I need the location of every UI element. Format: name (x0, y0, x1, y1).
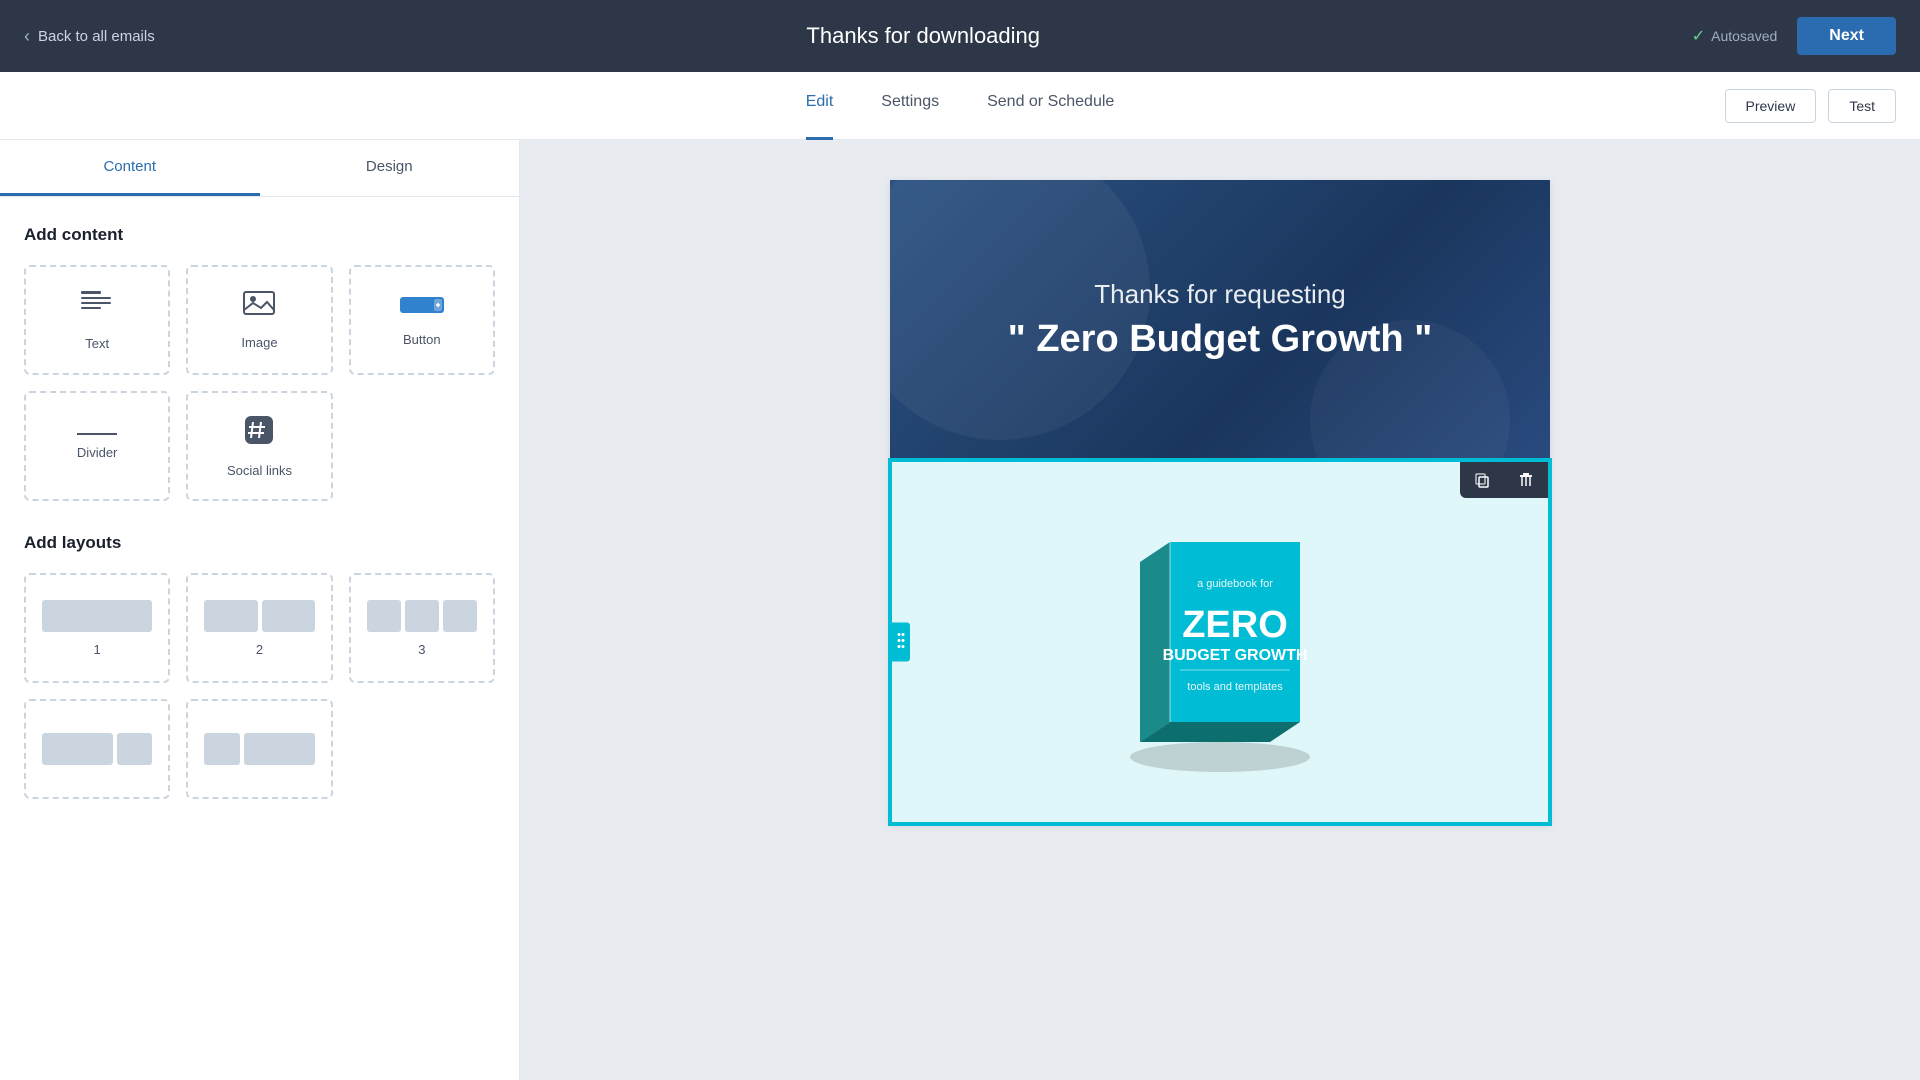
layout-3-preview (367, 600, 477, 632)
layout-2-preview (204, 600, 314, 632)
book-svg: a guidebook for ZERO BUDGET GROWTH tools… (1080, 502, 1360, 782)
svg-text:BUDGET GROWTH: BUDGET GROWTH (1163, 647, 1308, 664)
sidebar-tab-content[interactable]: Content (0, 140, 260, 196)
check-icon: ✓ (1692, 26, 1705, 46)
block-divider[interactable]: Divider (24, 391, 170, 501)
copy-block-button[interactable] (1460, 462, 1504, 498)
button-icon (398, 293, 446, 322)
layout-2-label: 2 (256, 642, 263, 657)
email-canvas: Thanks for requesting " Zero Budget Grow… (890, 180, 1550, 824)
book-image-container: a guidebook for ZERO BUDGET GROWTH tools… (892, 462, 1548, 822)
next-button[interactable]: Next (1797, 17, 1896, 55)
svg-text:a guidebook for: a guidebook for (1197, 578, 1273, 590)
preview-button[interactable]: Preview (1725, 89, 1817, 123)
email-image-block[interactable]: a guidebook for ZERO BUDGET GROWTH tools… (890, 460, 1550, 824)
secondary-nav: Edit Settings Send or Schedule Preview T… (0, 72, 1920, 140)
block-divider-label: Divider (77, 445, 117, 460)
email-header-block[interactable]: Thanks for requesting " Zero Budget Grow… (890, 180, 1550, 460)
layout-2-col[interactable]: 2 (186, 573, 332, 683)
tab-edit[interactable]: Edit (806, 72, 834, 140)
tab-send-or-schedule[interactable]: Send or Schedule (987, 72, 1114, 140)
layout-3-label: 3 (418, 642, 425, 657)
block-social-links-label: Social links (227, 463, 292, 478)
block-image-label: Image (241, 335, 277, 350)
main-layout: Content Design Add content (0, 140, 1920, 1080)
block-button[interactable]: Button (349, 265, 495, 375)
layout-1-preview (42, 600, 152, 632)
svg-text:ZERO: ZERO (1182, 604, 1288, 646)
text-icon (79, 289, 115, 326)
layout-3-col[interactable]: 3 (349, 573, 495, 683)
drag-handle[interactable] (892, 623, 910, 662)
hashtag-icon (243, 414, 275, 453)
tab-settings[interactable]: Settings (881, 72, 939, 140)
layout-1-col[interactable]: 1 (24, 573, 170, 683)
image-icon (243, 290, 275, 325)
block-text-label: Text (85, 336, 109, 351)
svg-text:tools and templates: tools and templates (1187, 681, 1283, 693)
layout-5-preview (204, 733, 314, 765)
sidebar-tabs: Content Design (0, 140, 519, 197)
layouts-grid: 1 2 3 (24, 573, 495, 683)
top-bar-actions: ✓ Autosaved Next (1692, 17, 1896, 55)
layouts-grid-partial (24, 699, 495, 799)
sidebar: Content Design Add content (0, 140, 520, 1080)
block-button-label: Button (403, 332, 441, 347)
layout-4-preview (42, 733, 152, 765)
sidebar-content: Add content Text (0, 197, 519, 827)
delete-block-button[interactable] (1504, 462, 1548, 498)
back-label: Back to all emails (38, 28, 155, 45)
block-social-links[interactable]: Social links (186, 391, 332, 501)
add-layouts-title: Add layouts (24, 533, 495, 553)
block-toolbar (1460, 462, 1548, 498)
test-button[interactable]: Test (1828, 89, 1896, 123)
email-header-text1: Thanks for requesting (1094, 279, 1345, 310)
email-title: Thanks for downloading (806, 23, 1040, 49)
nav-actions: Preview Test (1725, 89, 1896, 123)
nav-tabs: Edit Settings Send or Schedule (806, 72, 1115, 140)
autosaved-label: Autosaved (1711, 28, 1777, 44)
back-to-emails-link[interactable]: ‹ Back to all emails (24, 26, 155, 47)
block-image[interactable]: Image (186, 265, 332, 375)
back-arrow-icon: ‹ (24, 26, 30, 47)
email-header-text2: " Zero Budget Growth " (1008, 318, 1432, 361)
divider-icon (77, 433, 117, 435)
add-content-title: Add content (24, 225, 495, 245)
layout-1-label: 1 (94, 642, 101, 657)
top-bar: ‹ Back to all emails Thanks for download… (0, 0, 1920, 72)
content-blocks-grid: Text Image (24, 265, 495, 501)
layout-5-col[interactable] (186, 699, 332, 799)
autosaved-indicator: ✓ Autosaved (1692, 26, 1778, 46)
block-text[interactable]: Text (24, 265, 170, 375)
layout-4-col[interactable] (24, 699, 170, 799)
sidebar-tab-design[interactable]: Design (260, 140, 520, 196)
canvas-area[interactable]: Thanks for requesting " Zero Budget Grow… (520, 140, 1920, 1080)
